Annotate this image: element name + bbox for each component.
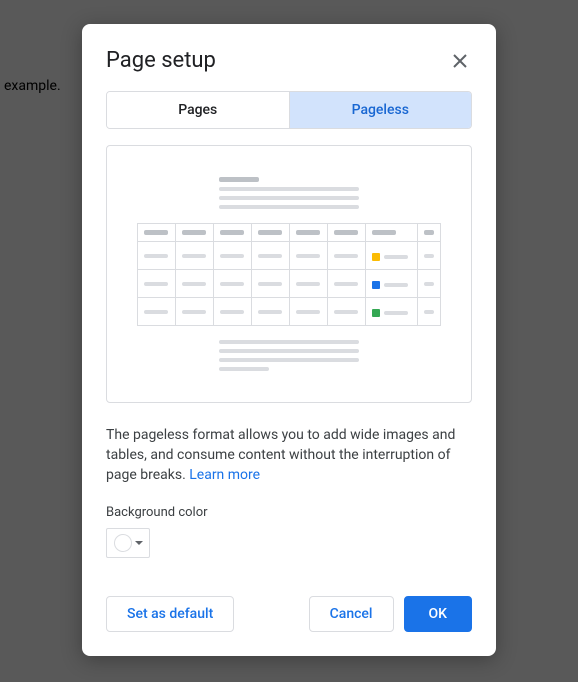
page-setup-dialog: Page setup Pages Pageless: [82, 24, 496, 656]
preview-table: [137, 223, 441, 326]
footer-right: Cancel OK: [309, 596, 472, 632]
color-swatch-white: [114, 534, 132, 552]
desc-text: The pageless format allows you to add wi…: [106, 427, 455, 483]
chevron-down-icon: [135, 541, 143, 545]
background-color-picker[interactable]: [106, 528, 150, 558]
set-as-default-button[interactable]: Set as default: [106, 596, 234, 632]
learn-more-link[interactable]: Learn more: [189, 467, 260, 483]
preview-text-top: [219, 177, 359, 209]
ok-button[interactable]: OK: [404, 596, 473, 632]
background-color-label: Background color: [106, 505, 472, 520]
preview-text-bottom: [219, 340, 359, 371]
swatch-yellow: [372, 253, 380, 261]
tabs: Pages Pageless: [106, 91, 472, 129]
dialog-header: Page setup: [106, 48, 472, 73]
dialog-title: Page setup: [106, 48, 216, 73]
pageless-description: The pageless format allows you to add wi…: [106, 425, 472, 485]
swatch-green: [372, 309, 380, 317]
background-document-text: example.: [4, 78, 61, 94]
tab-pages[interactable]: Pages: [107, 92, 290, 128]
dialog-footer: Set as default Cancel OK: [106, 596, 472, 632]
cancel-button[interactable]: Cancel: [309, 596, 394, 632]
pageless-preview: [106, 145, 472, 403]
swatch-blue: [372, 281, 380, 289]
close-icon[interactable]: [448, 49, 472, 73]
tab-pageless[interactable]: Pageless: [290, 92, 472, 128]
